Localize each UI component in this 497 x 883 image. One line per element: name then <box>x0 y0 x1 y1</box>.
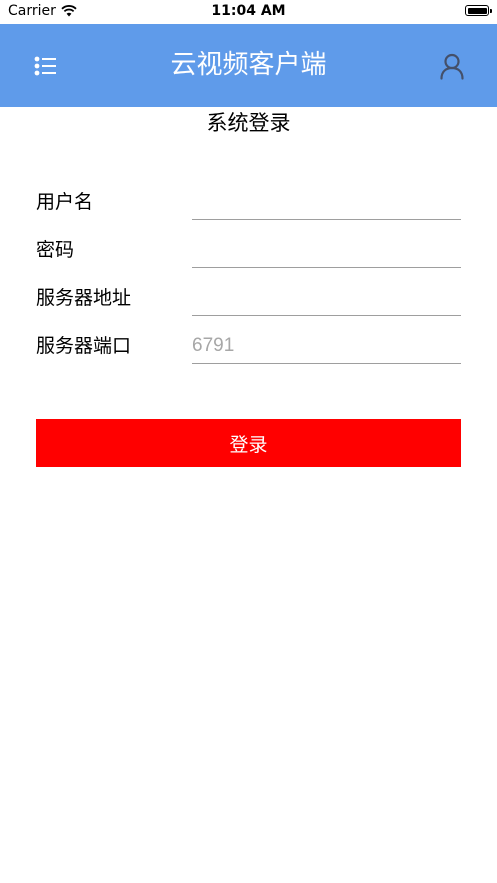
page-title: 系统登录 <box>206 111 291 135</box>
username-input[interactable] <box>192 185 461 220</box>
server-port-input[interactable] <box>192 329 461 364</box>
password-row: 密码 <box>36 233 461 269</box>
app-title: 云视频客户端 <box>170 50 327 80</box>
password-input[interactable] <box>192 233 461 268</box>
nav-bar: 云视频客户端 <box>0 24 497 107</box>
login-button[interactable]: 登录 <box>36 419 461 467</box>
server-address-label: 服务器地址 <box>36 287 132 309</box>
status-bar: Carrier 11:04 AM <box>0 0 497 24</box>
server-address-input[interactable] <box>192 281 461 316</box>
battery-icon <box>465 5 492 16</box>
user-icon <box>440 53 464 80</box>
user-button[interactable] <box>437 51 467 81</box>
status-time: 11:04 AM <box>211 3 286 19</box>
username-row: 用户名 <box>36 185 461 221</box>
server-port-label: 服务器端口 <box>36 335 132 357</box>
password-label: 密码 <box>36 239 75 261</box>
server-address-row: 服务器地址 <box>36 281 461 317</box>
server-port-row: 服务器端口 <box>36 329 461 365</box>
username-label: 用户名 <box>36 191 94 213</box>
